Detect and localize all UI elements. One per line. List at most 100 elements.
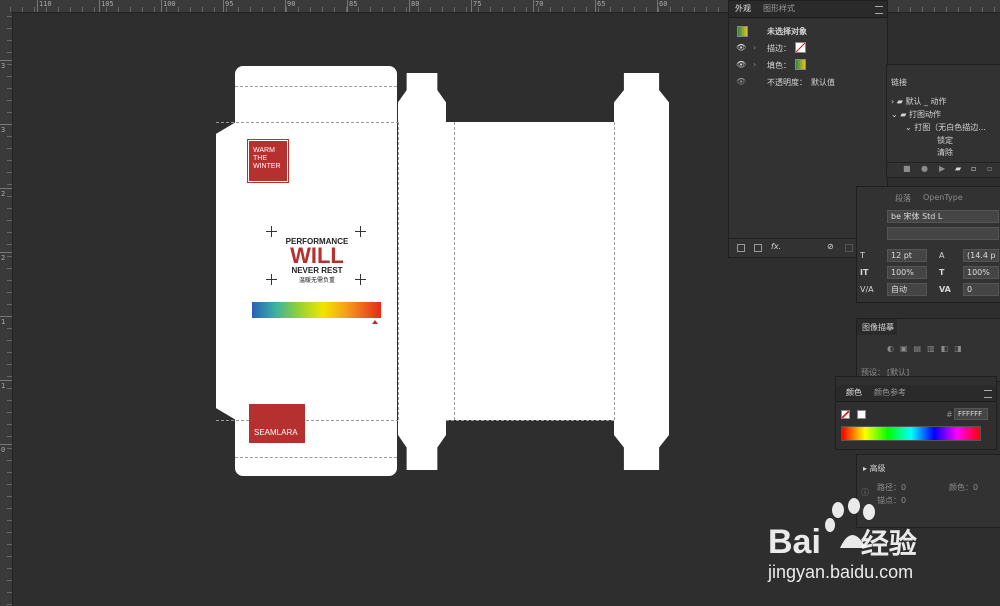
duplicate-icon[interactable] [754, 244, 762, 252]
hex-input[interactable]: FFFFFF [954, 408, 988, 420]
action-step[interactable]: 清除 [937, 147, 953, 158]
top-tuck-tab-left [398, 73, 446, 122]
expand-arrow-icon[interactable]: › [753, 60, 756, 69]
warm-badge: WARM THE WINTER [247, 139, 289, 183]
panel-menu-icon[interactable] [984, 390, 992, 398]
action-label: 默认 _ 动作 [905, 97, 947, 106]
action-set-print[interactable]: ⌄ ▰ 打图动作 [891, 109, 941, 120]
tab-appearance[interactable]: 外观 [735, 3, 751, 14]
bottom-tuck-tab-left [398, 420, 446, 470]
watermark-brand: Bai 经验 [768, 522, 917, 562]
opacity-value[interactable]: 默认值 [811, 77, 835, 88]
font-size-field[interactable]: 12 pt [887, 249, 927, 262]
crop-mark [355, 226, 366, 237]
tab-color[interactable]: 颜色 [846, 387, 862, 398]
actions-footer: ■ ● ▶ ▰ ▫ ▫ [887, 162, 1000, 177]
stroke-label: 描边： [767, 44, 791, 53]
fold-line [235, 457, 397, 458]
watermark-bai: Bai [768, 523, 821, 561]
action-item[interactable]: ⌄ 打图（无白色描边... [905, 122, 986, 133]
tab-color-guide[interactable]: 颜色参考 [874, 387, 906, 398]
font-size-icon: T [860, 251, 865, 260]
horizontal-scale-field[interactable]: 100% [963, 266, 999, 279]
new-set-icon[interactable]: ▰ [955, 164, 961, 173]
stroke-swatch[interactable] [795, 42, 806, 53]
tab-graphic-styles[interactable]: 图形样式 [763, 3, 795, 14]
gradient-marker-icon [372, 320, 378, 324]
image-trace-panel[interactable]: 图像描摹 ◐▣▤▥◧◨ 预设： [默认] [856, 318, 1000, 382]
visibility-eye-icon[interactable]: 👁 [736, 60, 746, 69]
info-paths: 路径：0 [877, 483, 907, 492]
color-panel[interactable]: 颜色 颜色参考 # FFFFFF [835, 376, 997, 450]
temperature-gradient-bar [252, 302, 381, 318]
stop-icon[interactable]: ■ [903, 164, 911, 173]
advanced-toggle[interactable]: ▸ 高级 [863, 463, 886, 474]
hex-label: # [946, 410, 953, 419]
tab-opentype[interactable]: OpenType [923, 193, 963, 202]
left-glue-flap [216, 122, 236, 420]
watermark-cn: 经验 [860, 528, 917, 559]
leading-field[interactable]: (14.4 p [963, 249, 999, 262]
tab-links[interactable]: 链接 [891, 77, 907, 88]
fold-line [398, 122, 399, 420]
action-step[interactable]: 锁定 [937, 135, 953, 146]
side-panel-right [614, 122, 669, 420]
info-colors: 颜色：0 [949, 483, 979, 492]
new-layer-icon[interactable] [737, 244, 745, 252]
character-panel[interactable]: 段落 OpenType be 宋体 Std L T 12 pt A (14.4 … [856, 186, 1000, 303]
bottom-tuck-tab-right [614, 420, 669, 470]
action-label: 打图（无白色描边... [914, 123, 986, 132]
trash-icon[interactable]: ▫ [987, 164, 992, 173]
fill-swatch[interactable] [795, 59, 806, 70]
horizontal-scale-icon: T [939, 268, 945, 277]
watermark-url: jingyan.baidu.com [768, 562, 914, 582]
actions-panel[interactable]: 链接 › ▰ 默认 _ 动作 ⌄ ▰ 打图动作 ⌄ 打图（无白色描边... 锁定… [886, 64, 1000, 178]
opacity-label: 不透明度： [767, 78, 807, 87]
kerning-icon: V/A [860, 285, 874, 294]
panel-tabs: 外观 图形样式 [729, 1, 887, 18]
crop-mark [266, 226, 277, 237]
image-trace-title: 图像描摹 [862, 323, 894, 332]
fill-label: 填色： [767, 61, 791, 70]
tagline-never-rest: NEVER REST [291, 266, 343, 275]
kerning-field[interactable]: 自动 [887, 283, 927, 296]
brand-text: SEAMLARA [254, 428, 298, 437]
object-thumbnail-icon [737, 26, 748, 37]
image-trace-header: 图像描摹 [857, 319, 897, 335]
badge-text: WARM THE WINTER [253, 147, 281, 170]
font-family-field[interactable]: be 宋体 Std L [887, 210, 999, 223]
stroke-none-swatch[interactable] [841, 410, 850, 419]
tab-paragraph[interactable]: 段落 [895, 193, 911, 204]
brand-logo: SEAMLARA [249, 404, 305, 443]
clear-icon[interactable]: ⊘ [827, 242, 834, 251]
appearance-title: 未选择对象 [767, 27, 807, 36]
info-icon: ⓘ [861, 488, 869, 497]
visibility-eye-icon[interactable]: 👁 [736, 43, 746, 52]
fx-icon[interactable]: fx. [771, 242, 781, 251]
visibility-eye-icon[interactable]: 👁 [736, 77, 746, 86]
tagline-chinese: 温暖无需负重 [298, 277, 335, 284]
play-icon[interactable]: ▶ [939, 164, 945, 173]
expand-arrow-icon[interactable]: › [753, 43, 756, 52]
advanced-label: 高级 [869, 464, 886, 473]
leading-icon: A [939, 251, 945, 260]
font-style-field[interactable] [887, 227, 999, 240]
copy-icon[interactable] [845, 244, 853, 252]
top-tuck-tab-right [614, 73, 669, 122]
vertical-scale-icon: IT [860, 268, 869, 277]
fill-white-swatch[interactable] [857, 410, 866, 419]
panel-menu-icon[interactable] [875, 6, 883, 14]
color-spectrum[interactable] [841, 426, 981, 441]
tracking-icon: VA [939, 285, 951, 294]
vertical-scale-field[interactable]: 100% [887, 266, 927, 279]
color-panel-tabs: 颜色 颜色参考 [836, 385, 996, 402]
back-panel [454, 122, 614, 420]
action-set-default[interactable]: › ▰ 默认 _ 动作 [891, 96, 947, 107]
action-label: 打图动作 [908, 110, 941, 119]
fold-line [235, 86, 397, 87]
trace-preset-icons[interactable]: ◐▣▤▥◧◨ [887, 344, 968, 353]
baidu-watermark: Bai 经验 jingyan.baidu.com [768, 498, 988, 598]
tracking-field[interactable]: 0 [963, 283, 999, 296]
record-icon[interactable]: ● [921, 164, 928, 173]
new-action-icon[interactable]: ▫ [971, 164, 976, 173]
